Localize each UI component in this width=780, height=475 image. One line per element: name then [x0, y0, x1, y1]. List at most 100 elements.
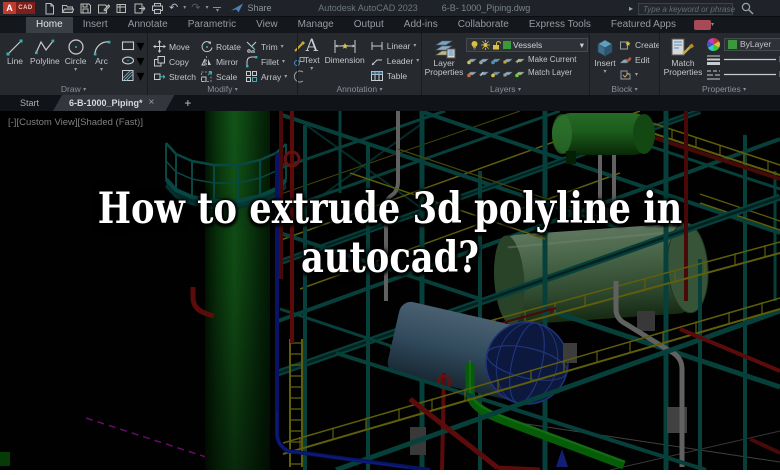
- redo-dropdown-icon[interactable]: ▾: [205, 2, 208, 15]
- panel-title-block[interactable]: Block ▾: [590, 84, 659, 95]
- layer-unlock-icon: [493, 41, 501, 50]
- insert-block-button[interactable]: Insert ▾: [594, 36, 616, 81]
- match-properties-button[interactable]: Match Properties: [664, 36, 702, 81]
- linetype-dropdown[interactable]: ByLayer: [706, 67, 780, 81]
- ribbon-tab-insert[interactable]: Insert: [73, 17, 118, 33]
- tab-start[interactable]: Start: [6, 95, 53, 111]
- search-placeholder: Type a keyword or phrase: [643, 4, 735, 14]
- qat-customize-icon[interactable]: ▾: [213, 6, 222, 14]
- fillet-button[interactable]: Fillet ▾: [245, 55, 287, 68]
- redo-button[interactable]: ↷: [191, 2, 200, 15]
- panel-title-properties[interactable]: Properties ▾: [660, 84, 780, 95]
- array-button[interactable]: Array ▾: [245, 70, 287, 83]
- viewport-3d-scene: [0, 108, 780, 473]
- lineweight-icon: [707, 55, 720, 65]
- layer-tool-icon: [478, 58, 489, 65]
- print-icon[interactable]: [151, 2, 164, 15]
- panel-title-layers[interactable]: Layers ▾: [422, 84, 589, 95]
- panel-annotation: A Text ▾ Dimension Linear ▾ Leader ▾ Table…: [297, 33, 421, 95]
- export-icon[interactable]: [133, 2, 146, 15]
- table-button[interactable]: Table: [370, 69, 419, 82]
- dimension-button[interactable]: Dimension: [325, 36, 365, 82]
- share-button[interactable]: Share: [231, 3, 272, 14]
- viewport-controls-label[interactable]: [-][Custom View][Shaded (Fast)]: [8, 117, 143, 128]
- layer-tool-icon: [466, 71, 477, 78]
- undo-button[interactable]: ↶: [169, 2, 178, 15]
- ribbon-tab-collaborate[interactable]: Collaborate: [448, 17, 519, 33]
- close-tab-icon[interactable]: ×: [149, 95, 155, 111]
- layer-dropdown-value: Vessels: [513, 40, 543, 50]
- color-wheel-icon: [707, 37, 720, 51]
- titlebar: A CAD ↶ ▾ ↷ ▾ ▾ Share Autodesk AutoCAD 2023…: [0, 0, 780, 17]
- plot-icon[interactable]: [115, 2, 128, 15]
- save-icon[interactable]: [79, 2, 92, 15]
- ribbon-extra-dropdown-icon[interactable]: ▾: [711, 19, 714, 32]
- tab-current-drawing[interactable]: 6-B-1000_Piping* ×: [53, 95, 174, 111]
- search-expand-icon[interactable]: ▸: [629, 4, 633, 13]
- panel-block: Insert ▾ Create Edit ▾ Block ▾: [589, 33, 661, 95]
- hatch-button[interactable]: ▾: [121, 68, 145, 85]
- mirror-button[interactable]: Mirror: [200, 55, 241, 68]
- new-file-icon[interactable]: [43, 2, 56, 15]
- ribbon-tab-featured-apps[interactable]: Featured Apps: [601, 17, 686, 33]
- create-block-button[interactable]: Create: [619, 38, 661, 51]
- object-color-dropdown[interactable]: ByLayer ▾: [724, 37, 780, 51]
- arc-button[interactable]: Arc ▾: [92, 36, 112, 82]
- panel-properties: Match Properties ByLayer ▾: [659, 33, 780, 95]
- ribbon-tab-parametric[interactable]: Parametric: [178, 17, 246, 33]
- ribbon-tab-home[interactable]: Home: [26, 17, 73, 33]
- panel-title-modify[interactable]: Modify ▾: [148, 84, 297, 95]
- ribbon-tab-addins[interactable]: Add-ins: [394, 17, 448, 33]
- undo-dropdown-icon[interactable]: ▾: [183, 2, 186, 15]
- layer-dropdown[interactable]: Vessels ▾: [466, 38, 588, 52]
- ribbon-tab-view[interactable]: View: [246, 17, 288, 33]
- ribbon-tab-annotate[interactable]: Annotate: [118, 17, 178, 33]
- viewport[interactable]: [-][Custom View][Shaded (Fast)] How to e…: [0, 108, 780, 473]
- layer-tool-icon: [502, 71, 513, 77]
- panel-modify: Move Copy Stretch Rotate Mirror Scale Tr…: [147, 33, 306, 95]
- ribbon-extra-button[interactable]: [693, 20, 711, 30]
- polyline-button[interactable]: Polyline: [30, 36, 60, 82]
- layer-properties-button[interactable]: Layer Properties: [425, 36, 463, 78]
- linear-dimension-button[interactable]: Linear ▾: [370, 39, 419, 52]
- new-tab-button[interactable]: +: [184, 96, 191, 110]
- layer-make-current-icon: [514, 58, 525, 64]
- overlay-title-line1: How to extrude 3d polyline in: [97, 184, 683, 234]
- ribbon-tab-manage[interactable]: Manage: [288, 17, 344, 33]
- panel-title-annotation[interactable]: Annotation ▾: [298, 84, 421, 95]
- save-as-icon[interactable]: [97, 2, 110, 15]
- ribbon-tab-output[interactable]: Output: [344, 17, 394, 33]
- circle-button[interactable]: Circle ▾: [65, 36, 87, 82]
- block-attributes-button[interactable]: ▾: [619, 68, 661, 81]
- match-layer-button[interactable]: Match Layer: [528, 68, 572, 77]
- scale-button[interactable]: Scale: [200, 70, 241, 83]
- leader-button[interactable]: Leader ▾: [370, 54, 419, 67]
- text-button[interactable]: A Text ▾: [304, 36, 320, 82]
- overlay-title-line2: autocad?: [301, 233, 479, 283]
- ribbon-tab-express-tools[interactable]: Express Tools: [519, 17, 601, 33]
- autocad-window: A CAD ↶ ▾ ↷ ▾ ▾ Share Autodesk AutoCAD 2023…: [0, 0, 780, 473]
- trim-button[interactable]: Trim ▾: [245, 40, 287, 53]
- doc-title: 6-B- 1000_Piping.dwg: [441, 3, 531, 13]
- layer-thaw-icon: [481, 40, 490, 50]
- make-current-button[interactable]: Make Current: [528, 55, 576, 64]
- quick-access-toolbar: ↶ ▾ ↷ ▾ ▾: [43, 2, 222, 15]
- layer-dropdown-caret-icon: ▾: [579, 39, 584, 50]
- layer-tool-icon: [502, 58, 513, 64]
- line-button[interactable]: Line: [5, 36, 25, 82]
- edit-block-button[interactable]: Edit: [619, 53, 661, 66]
- autocad-logo[interactable]: A CAD: [3, 2, 35, 14]
- overlay-title: How to extrude 3d polyline in autocad?: [0, 185, 780, 283]
- rotate-button[interactable]: Rotate: [200, 40, 241, 53]
- stretch-button[interactable]: Stretch: [153, 70, 196, 83]
- app-title: Autodesk AutoCAD 2023: [318, 3, 418, 13]
- panel-title-draw[interactable]: Draw ▾: [0, 84, 147, 95]
- ribbon: Line Polyline Circle ▾ Arc ▾ ▾ ▾ ▾ Draw …: [0, 33, 780, 95]
- move-button[interactable]: Move: [153, 40, 196, 53]
- search-input[interactable]: Type a keyword or phrase: [638, 3, 735, 15]
- copy-button[interactable]: Copy: [153, 55, 196, 68]
- open-icon[interactable]: [61, 2, 74, 15]
- share-icon: [231, 3, 244, 14]
- layer-tool-icon: [466, 58, 477, 65]
- lineweight-dropdown[interactable]: ByLayer: [706, 52, 780, 66]
